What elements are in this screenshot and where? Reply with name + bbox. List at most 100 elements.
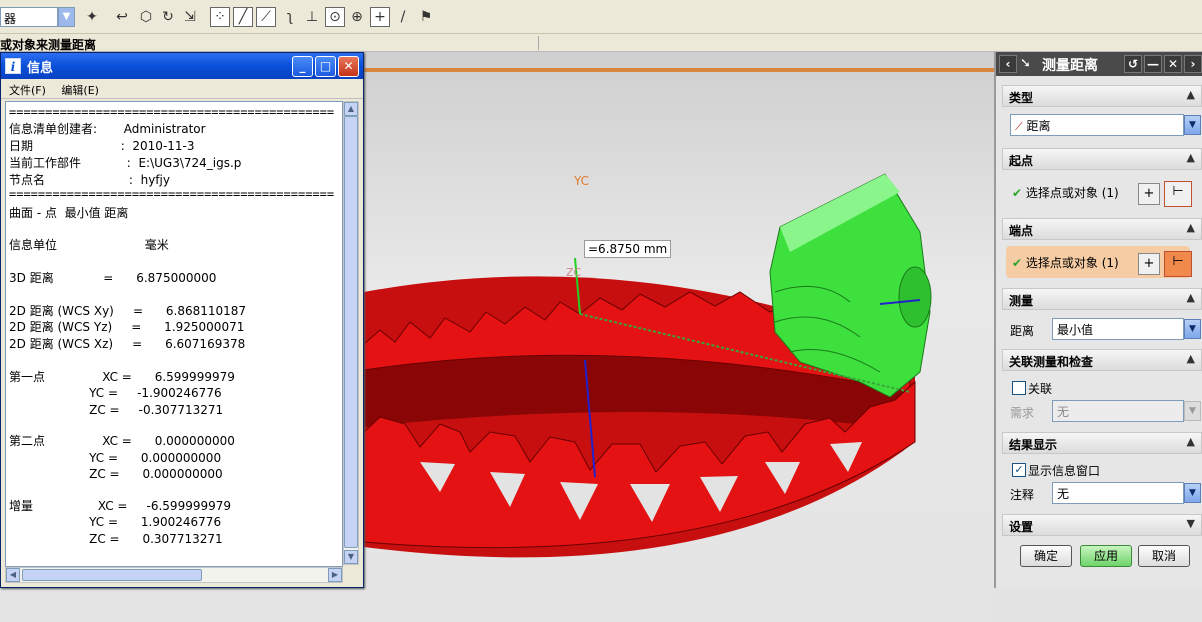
apply-button[interactable]: 应用 [1080, 545, 1132, 567]
section-type[interactable]: 类型 ▲ [1002, 85, 1202, 107]
chevron-up-icon[interactable]: ▲ [1187, 291, 1195, 304]
snap-point-icon[interactable]: ✦ [82, 7, 102, 27]
flag-icon[interactable]: ⚑ [416, 7, 436, 27]
endpoint-icon[interactable]: ⟋ [256, 7, 276, 27]
scroll-right-icon[interactable]: ▶ [328, 568, 342, 582]
scroll-left-icon[interactable]: ◀ [6, 568, 20, 582]
viewport-border-stripe [364, 68, 994, 72]
close-button[interactable]: ✕ [338, 56, 359, 77]
info-window[interactable]: 信息 i _ □ ✕ 文件(F) 编辑(E) =================… [0, 52, 364, 588]
chevron-up-icon[interactable]: ▲ [1187, 221, 1195, 234]
scroll-down-icon[interactable]: ▼ [344, 550, 358, 564]
measure-icon: ➘ [1020, 56, 1031, 71]
section-measure[interactable]: 测量 ▲ [1002, 288, 1202, 310]
menu-file[interactable]: 文件(F) [9, 84, 46, 97]
section-result[interactable]: 结果显示 ▲ [1002, 432, 1202, 454]
info-line: ========================================… [9, 105, 335, 119]
check-icon: ✔ [1012, 256, 1023, 270]
info-line: 当前工作部件 : E:\UG3\724_igs.p [9, 156, 242, 170]
info-line: ZC = 0.000000000 [9, 467, 223, 481]
maximize-button[interactable]: □ [315, 56, 336, 77]
chevron-up-icon[interactable]: ▲ [1187, 435, 1195, 448]
requirement-select: 无 [1052, 400, 1184, 422]
point-dialog-icon[interactable]: + [1138, 253, 1160, 275]
distance-icon: ⟋ [1015, 120, 1023, 133]
measurement-annotation: =6.8750 mm [584, 240, 672, 258]
section-end[interactable]: 端点 ▲ [1002, 218, 1202, 240]
section-type-label: 类型 [1009, 91, 1034, 105]
annotation-label: 注释 [1010, 488, 1035, 502]
inferred-point-icon[interactable]: ⊢ [1164, 181, 1192, 207]
vertical-scrollbar[interactable]: ▲ ▼ [343, 101, 359, 565]
section-settings[interactable]: 设置 ▼ [1002, 514, 1202, 536]
info-line: 第一点 XC = 6.599999979 [9, 370, 235, 384]
line-icon[interactable]: ╱ [233, 7, 253, 27]
chevron-down-icon[interactable]: ▼ [1187, 517, 1195, 530]
chevron-down-icon[interactable]: ▼ [1184, 319, 1201, 339]
show-info-window-checkbox[interactable]: ✓ [1012, 463, 1026, 477]
circle-quadrant-icon[interactable]: ⊕ [347, 7, 367, 27]
plus-icon[interactable]: + [370, 7, 390, 27]
cue-line: 或对象来测量距离 [0, 34, 1202, 52]
annotation-select[interactable]: 无 [1052, 482, 1184, 504]
undo-icon[interactable]: ↩ [112, 7, 132, 27]
associative-checkbox[interactable] [1012, 381, 1026, 395]
info-line: 曲面 - 点 最小值 距离 [9, 206, 129, 220]
point-dialog-icon[interactable]: + [1138, 183, 1160, 205]
box-icon[interactable]: ⬡ [136, 7, 156, 27]
chevron-right-icon[interactable]: › [1184, 55, 1202, 73]
slash-icon[interactable]: / [393, 7, 413, 27]
measure-distance-label: 距离 [1010, 324, 1035, 338]
end-point-selector[interactable]: ✔ 选择点或对象 (1) [1006, 246, 1190, 278]
main-toolbar: 器 ▼ ✦ ↩ ⬡ ↻ ⇲ ⁘ ╱ ⟋ ʅ ⊥ ⊙ ⊕ + / ⚑ [0, 0, 1202, 34]
chevron-up-icon[interactable]: ▲ [1187, 88, 1195, 101]
chevron-up-icon[interactable]: ▲ [1187, 352, 1195, 365]
ok-button[interactable]: 确定 [1020, 545, 1072, 567]
check-icon: ✔ [1012, 186, 1023, 200]
transform-icon[interactable]: ⇲ [180, 7, 200, 27]
chevron-up-icon[interactable]: ▲ [1187, 151, 1195, 164]
scroll-thumb[interactable] [344, 116, 358, 548]
collapse-icon[interactable]: — [1144, 55, 1162, 73]
cross-icon[interactable]: ⊥ [302, 7, 322, 27]
chevron-down-icon[interactable]: ▼ [58, 7, 75, 27]
section-result-label: 结果显示 [1009, 438, 1058, 452]
section-associative[interactable]: 关联测量和检查 ▲ [1002, 349, 1202, 371]
section-settings-label: 设置 [1009, 520, 1034, 534]
chevron-down-icon[interactable]: ▼ [1184, 115, 1201, 135]
start-point-selector[interactable]: ✔ 选择点或对象 (1) [1006, 176, 1190, 208]
section-assoc-label: 关联测量和检查 [1009, 355, 1094, 369]
close-icon[interactable]: ✕ [1164, 55, 1182, 73]
curve-icon[interactable]: ʅ [280, 7, 300, 27]
horizontal-scrollbar[interactable]: ◀ ▶ [5, 567, 343, 583]
menu-edit[interactable]: 编辑(E) [61, 84, 99, 97]
circle-center-icon[interactable]: ⊙ [325, 7, 345, 27]
section-start[interactable]: 起点 ▲ [1002, 148, 1202, 170]
dialog-title: 测量距离 [1042, 58, 1098, 74]
end-point-label: 选择点或对象 (1) [1025, 256, 1119, 270]
grid-icon[interactable]: ⁘ [210, 7, 230, 27]
rotate-icon[interactable]: ↻ [158, 7, 178, 27]
chevron-down-icon: ▼ [1184, 401, 1201, 421]
chevron-down-icon[interactable]: ▼ [1184, 483, 1201, 503]
measure-distance-dialog[interactable]: ‹ ➘ 测量距离 ↺ — ✕ › 类型 ▲ ⟋ 距离 ▼ 起点 ▲ ✔ 选择点或… [994, 52, 1202, 588]
section-start-label: 起点 [1009, 154, 1034, 168]
scroll-up-icon[interactable]: ▲ [344, 102, 358, 116]
selection-filter-select[interactable]: 器 [0, 7, 58, 27]
info-line: YC = 1.900246776 [9, 515, 222, 529]
info-line: 2D 距离 (WCS Yz) = 1.925000071 [9, 320, 245, 334]
info-line: 3D 距离 = 6.875000000 [9, 271, 217, 285]
inferred-point-icon[interactable]: ⊢ [1164, 251, 1192, 277]
requirement-label: 需求 [1010, 406, 1035, 420]
dialog-title-bar[interactable]: ‹ ➘ 测量距离 ↺ — ✕ › [996, 52, 1202, 76]
minimize-button[interactable]: _ [292, 56, 313, 77]
section-measure-label: 测量 [1009, 294, 1034, 308]
reset-icon[interactable]: ↺ [1124, 55, 1142, 73]
measure-mode-select[interactable]: 最小值 [1052, 318, 1184, 340]
type-select[interactable]: ⟋ 距离 [1010, 114, 1184, 136]
chevron-left-icon[interactable]: ‹ [999, 55, 1017, 73]
info-text-area[interactable]: ========================================… [5, 101, 343, 567]
start-point-label: 选择点或对象 (1) [1025, 186, 1119, 200]
scroll-thumb[interactable] [22, 569, 202, 581]
cancel-button[interactable]: 取消 [1138, 545, 1190, 567]
